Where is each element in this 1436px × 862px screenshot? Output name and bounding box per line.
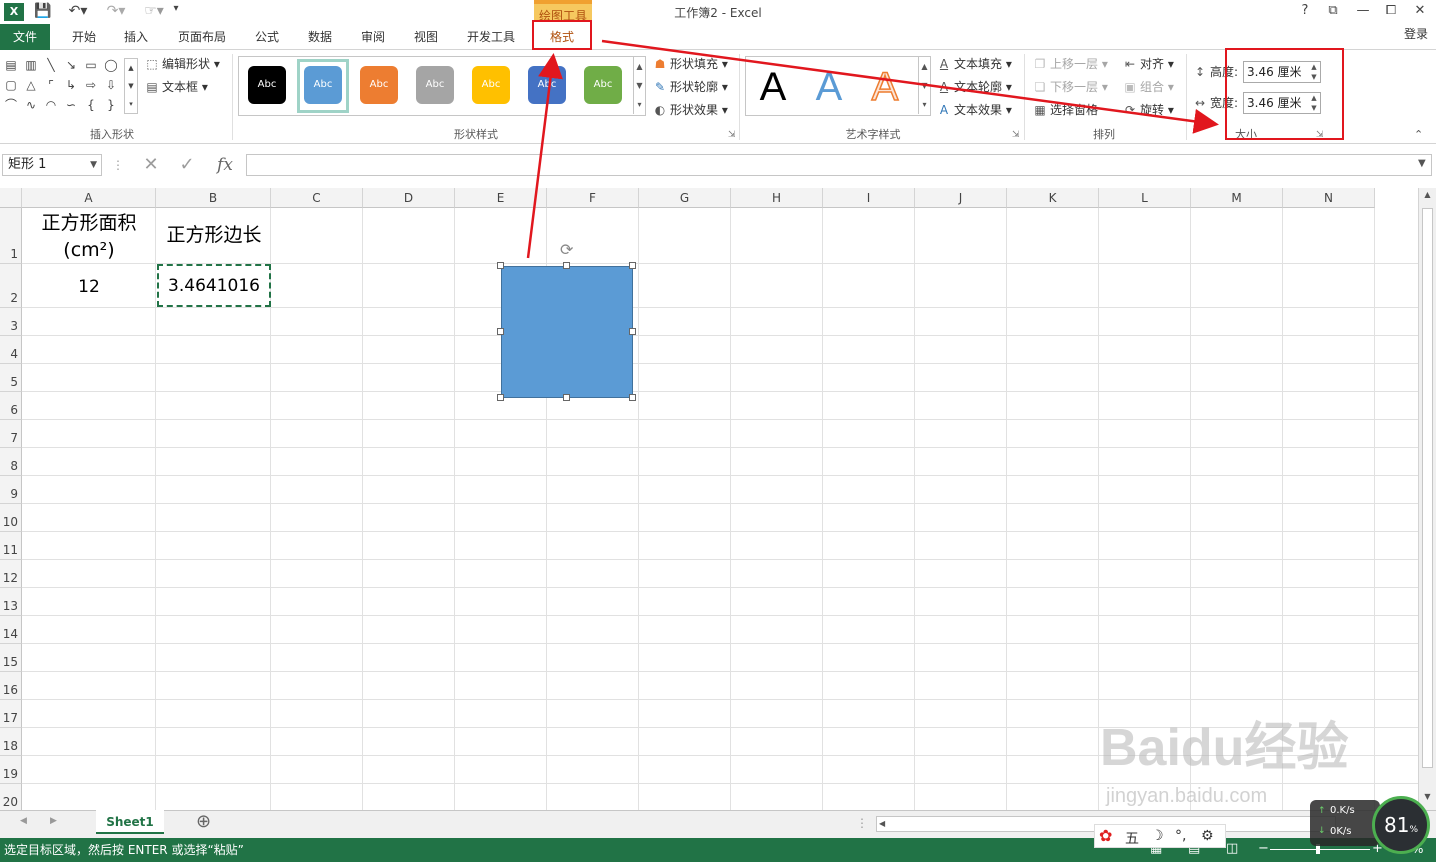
excel-window: X 💾 ↶▾ ↷▾ ☞▾ ▾ 绘图工具 工作簿2 - Excel ? ⧉ — ⧠… [0,0,1436,862]
annotation-arrows [526,39,1219,259]
annotation-arrow-to-format-tab [526,53,563,259]
annotation-arrow-to-size-group [601,39,1219,134]
